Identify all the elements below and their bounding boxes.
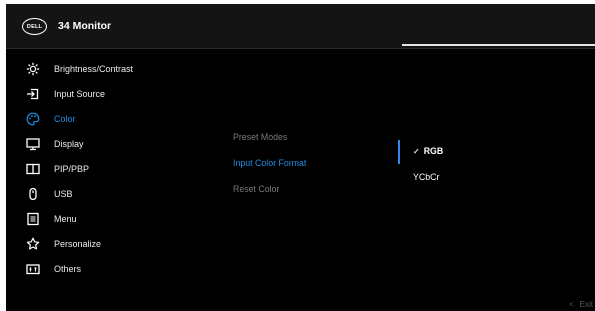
- dell-logo: DELL: [22, 18, 47, 35]
- menu-item-label: Color: [54, 113, 76, 124]
- mouse-icon: [26, 187, 40, 201]
- osd-window: DELL 34 Monitor Brightness/Contrast Inpu…: [6, 4, 595, 311]
- option-label: RGB: [423, 146, 444, 156]
- header-accent-line: [402, 44, 595, 46]
- others-icon: [26, 262, 40, 276]
- menu-item-label: Input Source: [54, 88, 106, 99]
- submenu-item-preset-modes[interactable]: Preset Modes: [233, 132, 383, 142]
- exit-label: Exit: [579, 300, 593, 309]
- check-icon: ✓: [413, 147, 420, 156]
- submenu-item-input-color-format[interactable]: Input Color Format: [233, 158, 383, 168]
- option-ycbcr[interactable]: YCbCr: [413, 172, 439, 182]
- menu-item-label: Others: [54, 263, 82, 274]
- menu-item-label: USB: [54, 188, 73, 199]
- menu-item-label: Personalize: [54, 238, 102, 249]
- menu-item-menu[interactable]: Menu: [6, 206, 216, 231]
- menu-item-color[interactable]: Color: [6, 106, 216, 131]
- star-icon: [26, 237, 40, 251]
- input-arrow-icon: [26, 87, 40, 101]
- menu-item-brightness-contrast[interactable]: Brightness/Contrast: [6, 56, 216, 81]
- menu-item-usb[interactable]: USB: [6, 181, 216, 206]
- menu-item-personalize[interactable]: Personalize: [6, 231, 216, 256]
- header-bar: DELL 34 Monitor: [6, 4, 595, 48]
- menu-item-label: Brightness/Contrast: [54, 63, 134, 74]
- menu-item-pip-pbp[interactable]: PIP/PBP: [6, 156, 216, 181]
- menu-item-label: Display: [54, 138, 84, 149]
- chevron-left-icon: <: [568, 300, 574, 309]
- split-screen-icon: [26, 162, 40, 176]
- sun-icon: [26, 62, 40, 76]
- menu-item-label: Menu: [54, 213, 77, 224]
- menu-item-others[interactable]: Others: [6, 256, 216, 281]
- header-divider: [6, 48, 595, 49]
- menu-item-display[interactable]: Display: [6, 131, 216, 156]
- option-selection-bar: [398, 140, 400, 164]
- menu-item-label: PIP/PBP: [54, 163, 90, 174]
- exit-button[interactable]: < Exit: [569, 300, 593, 309]
- list-icon: [26, 212, 40, 226]
- option-rgb[interactable]: ✓ RGB: [413, 146, 443, 156]
- palette-icon: [26, 112, 40, 126]
- option-label: YCbCr: [413, 172, 440, 182]
- menu-item-input-source[interactable]: Input Source: [6, 81, 216, 106]
- monitor-icon: [26, 137, 40, 151]
- submenu-item-reset-color[interactable]: Reset Color: [233, 184, 383, 194]
- window-title: 34 Monitor: [58, 20, 112, 32]
